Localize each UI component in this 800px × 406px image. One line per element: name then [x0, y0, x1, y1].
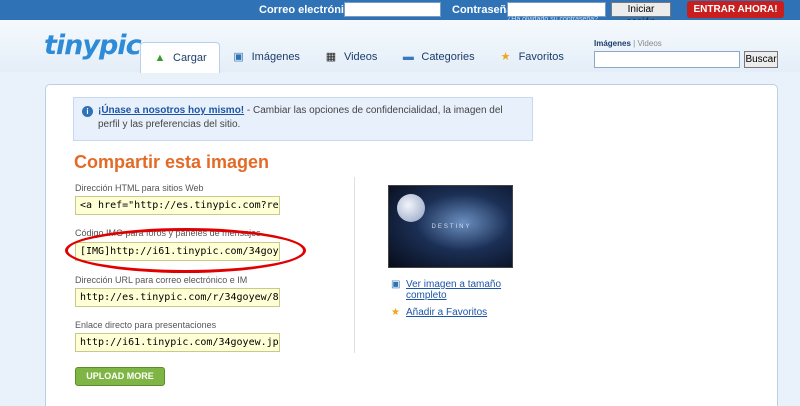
search-scope-images[interactable]: Imágenes — [594, 39, 631, 48]
site-header: tinypic ▲ Cargar ▣ Imágenes ▦ Videos ▬ C… — [0, 20, 800, 73]
join-link[interactable]: ¡Únase a nosotros hoy mismo! — [98, 105, 244, 116]
tab-imagenes[interactable]: ▣ Imágenes — [220, 42, 312, 72]
html-code-label: Dirección HTML para sitios Web — [75, 183, 204, 193]
image-thumbnail[interactable]: DESTINY — [388, 185, 513, 268]
html-code-field[interactable]: <a href="http://es.tinypic.com?ref=34goy — [75, 196, 280, 215]
planet-graphic — [397, 194, 425, 222]
info-icon: i — [82, 106, 93, 117]
tab-label: Categories — [421, 51, 475, 63]
view-full-size-link[interactable]: Ver imagen a tamaño completo — [406, 279, 536, 301]
main-tabs: ▲ Cargar ▣ Imágenes ▦ Videos ▬ Categorie… — [140, 42, 576, 73]
search-scope-videos[interactable]: Videos — [637, 39, 661, 48]
tab-label: Imágenes — [251, 51, 300, 63]
tab-cargar[interactable]: ▲ Cargar — [140, 42, 220, 73]
column-divider — [354, 177, 355, 353]
star-icon: ★ — [500, 51, 511, 63]
tab-label: Cargar — [173, 52, 207, 64]
tab-label: Favoritos — [518, 51, 564, 63]
direct-link-field[interactable]: http://i61.tinypic.com/34goyew.jpg — [75, 333, 280, 352]
direct-link-label: Enlace directo para presentaciones — [75, 320, 217, 330]
film-icon: ▦ — [325, 51, 337, 63]
url-label: Dirección URL para correo electrónico e … — [75, 275, 248, 285]
magnify-image-icon: ▣ — [391, 279, 401, 290]
share-panel: i ¡Únase a nosotros hoy mismo! - Cambiar… — [45, 84, 778, 406]
email-field[interactable] — [344, 2, 441, 17]
password-field[interactable] — [507, 2, 606, 17]
login-button[interactable]: Iniciar sesión — [611, 2, 671, 28]
tab-favoritos[interactable]: ★ Favoritos — [487, 42, 576, 72]
add-favorites-link[interactable]: Añadir a Favoritos — [406, 307, 487, 318]
upload-arrow-icon: ▲ — [154, 52, 166, 64]
thumbnail-text: DESTINY — [431, 224, 472, 230]
highlight-circle — [65, 228, 306, 273]
tinypic-logo[interactable]: tinypic — [44, 30, 142, 61]
folder-icon: ▬ — [402, 51, 414, 63]
images-icon: ▣ — [233, 51, 244, 63]
tab-categories[interactable]: ▬ Categories — [389, 42, 486, 72]
join-now-button[interactable]: ENTRAR AHORA! — [687, 1, 784, 18]
tab-label: Videos — [343, 51, 378, 63]
search-scope: Imágenes | Videos — [594, 39, 662, 48]
url-field[interactable]: http://es.tinypic.com/r/34goyew/8 — [75, 288, 280, 307]
tab-videos[interactable]: ▦ Videos — [312, 42, 389, 72]
star-add-icon: ★ — [391, 307, 400, 318]
search-scope-separator: | — [633, 39, 636, 48]
upload-more-button[interactable]: UPLOAD MORE — [75, 367, 165, 386]
join-notice: i ¡Únase a nosotros hoy mismo! - Cambiar… — [73, 97, 533, 141]
search-input[interactable] — [594, 51, 740, 68]
search-button[interactable]: Buscar — [744, 51, 778, 68]
login-bar: Correo electrónico: Contraseña: ¿Ha olvi… — [0, 0, 800, 28]
page-title: Compartir esta imagen — [74, 152, 270, 172]
